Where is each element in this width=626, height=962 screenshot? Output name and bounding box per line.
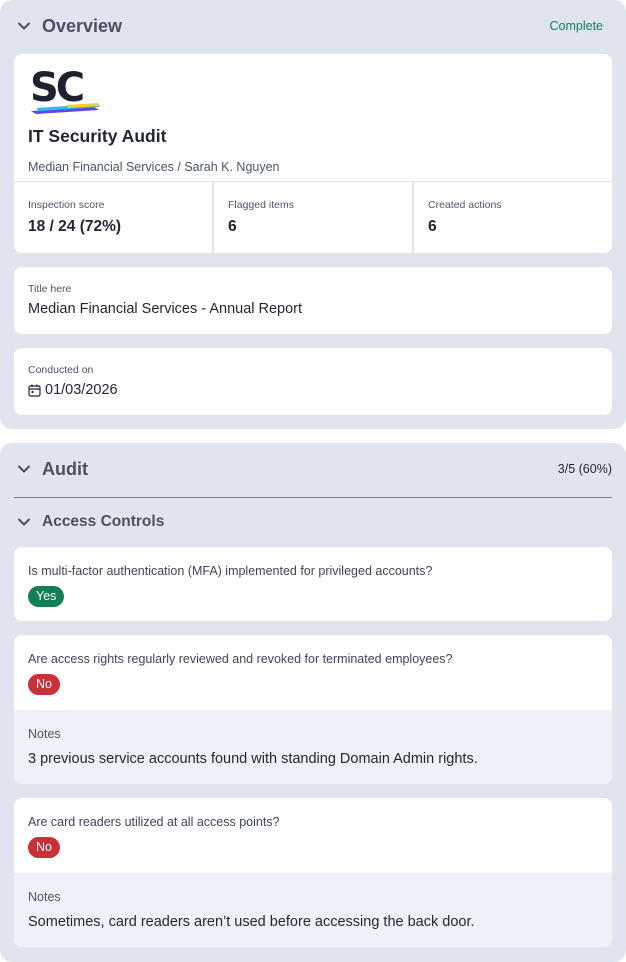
audit-title: Audit	[42, 458, 88, 479]
notes-panel: Notes 3 previous service accounts found …	[14, 710, 612, 784]
question-card: Is multi-factor authentication (MFA) imp…	[14, 547, 612, 621]
title-field-value: Median Financial Services - Annual Repor…	[28, 301, 303, 317]
stat-created-actions[interactable]: Created actions 6	[412, 182, 612, 253]
title-field-card: Title here Median Financial Services - A…	[14, 267, 612, 334]
subsection-header[interactable]: Access Controls	[0, 511, 626, 533]
audit-progress: 3/5 (60%)	[557, 462, 612, 476]
answer-no-badge[interactable]: No	[28, 837, 60, 858]
chevron-down-icon[interactable]	[17, 19, 31, 33]
conducted-field-card: Conducted on 01/03/2026	[14, 348, 612, 415]
report-subtitle: Median Financial Services / Sarah K. Ngu…	[28, 160, 280, 174]
question-card: Are access rights regularly reviewed and…	[14, 635, 612, 784]
notes-text: 3 previous service accounts found with s…	[28, 751, 478, 767]
report-header-card: SC IT Security Audit Median Financial Se…	[14, 54, 612, 253]
stat-label: Flagged items	[228, 199, 294, 211]
stats-row: Inspection score 18 / 24 (72%) Flagged i…	[14, 181, 612, 253]
notes-label: Notes	[28, 727, 61, 741]
overview-title: Overview	[42, 15, 123, 36]
question-text: Are card readers utilized at all access …	[28, 815, 280, 829]
stat-inspection-score: Inspection score 18 / 24 (72%)	[14, 182, 212, 253]
audit-header[interactable]: Audit 3/5 (60%)	[0, 457, 626, 481]
audit-section: Audit 3/5 (60%) Access Controls Is multi…	[0, 443, 626, 962]
stat-value: 6	[428, 218, 437, 235]
stat-value: 18 / 24 (72%)	[28, 218, 122, 235]
chevron-down-icon[interactable]	[17, 462, 31, 476]
section-divider	[14, 497, 612, 498]
safetyculture-logo: SC	[28, 65, 102, 118]
field-label: Conducted on	[28, 364, 94, 376]
svg-text:SC: SC	[30, 66, 83, 111]
answer-yes-badge[interactable]: Yes	[28, 586, 65, 607]
status-badge: Complete	[549, 19, 604, 33]
question-text: Is multi-factor authentication (MFA) imp…	[28, 564, 433, 578]
stat-flagged-items[interactable]: Flagged items 6	[212, 182, 412, 253]
stat-label: Inspection score	[28, 199, 105, 211]
question-text: Are access rights regularly reviewed and…	[28, 652, 453, 666]
field-label: Title here	[28, 283, 72, 295]
stat-value: 6	[228, 218, 237, 235]
conducted-date: 01/03/2026	[28, 382, 118, 398]
notes-label: Notes	[28, 890, 61, 904]
stat-label: Created actions	[428, 199, 502, 211]
overview-section: Overview Complete SC IT Security Audit M…	[0, 0, 626, 429]
notes-panel: Notes Sometimes, card readers aren’t use…	[14, 873, 612, 947]
calendar-icon	[28, 384, 41, 397]
subsection-title: Access Controls	[42, 513, 165, 530]
notes-text: Sometimes, card readers aren’t used befo…	[28, 914, 475, 930]
answer-no-badge[interactable]: No	[28, 674, 60, 695]
report-title: IT Security Audit	[28, 126, 167, 146]
overview-header[interactable]: Overview Complete	[0, 14, 626, 38]
question-card: Are card readers utilized at all access …	[14, 798, 612, 947]
chevron-down-icon[interactable]	[17, 515, 31, 529]
conducted-date-text: 01/03/2026	[45, 382, 118, 398]
